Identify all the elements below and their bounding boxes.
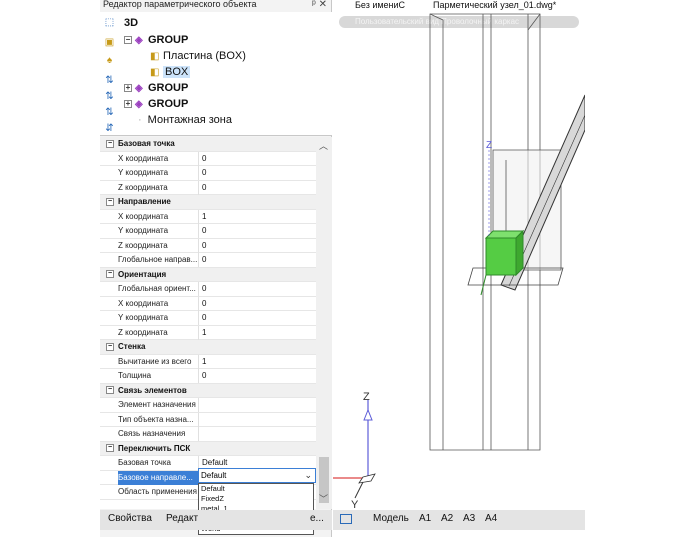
property-grid: − Базовая точка X координата 0 Y координат… — [100, 137, 316, 509]
prop-orient-x[interactable]: X координата 0 — [100, 296, 316, 311]
category-orientation[interactable]: − Ориентация — [100, 267, 316, 282]
object-tree: ⬚ ▣ ♠ ⇅ ⇅ ⇅ ⇵ 3D − ◈ GROUP ◧ Пластина (BOX)… — [100, 12, 332, 136]
group-icon: ◈ — [135, 83, 143, 94]
binoculars-icon[interactable]: ♠ — [103, 54, 116, 67]
tree-node-3d[interactable]: 3D — [124, 15, 138, 31]
tab-a1[interactable]: A1 — [419, 513, 431, 524]
collapse-icon[interactable]: − — [124, 36, 132, 45]
tree-node-group-2[interactable]: + ◈ GROUP — [124, 80, 188, 96]
prop-orient-y[interactable]: Y координата 0 — [100, 311, 316, 326]
collapse-icon[interactable]: − — [106, 386, 114, 395]
prop-link-type[interactable]: Тип объекта назна... — [100, 412, 316, 427]
category-wall[interactable]: − Стенка — [100, 340, 316, 355]
select-icon[interactable]: ⬚ — [103, 16, 116, 29]
prop-dir-z[interactable]: Z координата 0 — [100, 238, 316, 253]
prop-link-element[interactable]: Элемент назначения — [100, 398, 316, 413]
tree-toolbar: ⬚ ▣ ♠ ⇅ ⇅ ⇅ ⇵ — [100, 12, 120, 136]
chevron-down-icon[interactable]: ⌄ — [304, 469, 312, 482]
panel-bottom-tabs: Свойства Редакт е... — [100, 510, 332, 530]
parametric-object-editor-panel: Редактор параметрического объекта ᵖ ✕ ⬚ … — [100, 0, 332, 537]
app-window: Редактор параметрического объекта ᵖ ✕ ⬚ … — [0, 0, 688, 537]
chevron-up-icon[interactable]: ︿ — [319, 139, 328, 152]
tree-node-plate[interactable]: ◧ Пластина (BOX) — [150, 48, 246, 64]
category-switch-ucs[interactable]: − Переключить ПСК — [100, 441, 316, 456]
panel-controls: ᵖ ✕ — [312, 0, 327, 10]
group-icon: ◈ — [135, 35, 143, 46]
collapse-icon[interactable]: − — [106, 139, 114, 148]
drawing-canvas[interactable]: Без имениС Парметический узел_01.dwg* По… — [333, 0, 585, 537]
category-base-point[interactable]: − Базовая точка — [100, 137, 316, 152]
collapse-icon[interactable]: − — [106, 197, 114, 206]
status-strip — [333, 530, 585, 537]
sort-icon[interactable]: ⇅ — [103, 106, 116, 119]
prop-link-assign[interactable]: Связь назначения — [100, 427, 316, 442]
folder-icon[interactable]: ▣ — [103, 36, 116, 49]
property-grid-scrollbar[interactable]: ︿ ﹀ — [316, 137, 332, 509]
tab-a2[interactable]: A2 — [441, 513, 453, 524]
sort-up-icon[interactable]: ⇅ — [103, 74, 116, 87]
tab-editor[interactable]: Редакт — [166, 513, 198, 524]
tree-node-box[interactable]: ◧ BOX — [150, 64, 191, 80]
expand-icon[interactable]: + — [124, 84, 132, 93]
sort-down-icon[interactable]: ⇅ — [103, 90, 116, 103]
close-icon[interactable]: ✕ — [319, 0, 327, 10]
prop-base-z[interactable]: Z координата 0 — [100, 180, 316, 195]
prop-base-y[interactable]: Y координата 0 — [100, 166, 316, 181]
chevron-down-icon[interactable]: ﹀ — [319, 492, 328, 505]
box-icon: ◧ — [150, 51, 160, 62]
tree-node-group-3[interactable]: + ◈ GROUP — [124, 96, 188, 112]
group-icon: ◈ — [135, 99, 143, 110]
category-element-link[interactable]: − Связь элементов — [100, 383, 316, 398]
panel-title-bar: Редактор параметрического объекта ᵖ ✕ — [100, 0, 331, 12]
collapse-icon[interactable]: − — [106, 270, 114, 279]
collapse-icon[interactable]: − — [106, 342, 114, 351]
sort-az-icon[interactable]: ⇵ — [103, 122, 116, 135]
tree-node-group-1[interactable]: − ◈ GROUP — [124, 32, 188, 48]
option-default[interactable]: Default — [199, 484, 313, 494]
ucs-icon — [333, 400, 376, 499]
pin-icon[interactable]: ᵖ — [312, 0, 316, 10]
prop-wall-thickness[interactable]: Толщина 0 — [100, 369, 316, 384]
prop-dir-x[interactable]: X координата 1 — [100, 209, 316, 224]
tab-a4[interactable]: A4 — [485, 513, 497, 524]
prop-base-x[interactable]: X координата 0 — [100, 151, 316, 166]
tab-model[interactable]: Модель — [373, 513, 409, 524]
tab-properties[interactable]: Свойства — [108, 513, 152, 524]
category-direction[interactable]: − Направление — [100, 195, 316, 210]
tab-overflow[interactable]: е... — [310, 513, 324, 524]
prop-dir-global[interactable]: Глобальное направ... 0 — [100, 253, 316, 268]
expand-icon[interactable]: + — [124, 100, 132, 109]
prop-wall-subtract[interactable]: Вычитание из всего 1 — [100, 354, 316, 369]
box-icon: ◧ — [150, 67, 160, 78]
axis-z-label: Z — [363, 391, 370, 403]
prop-orient-global[interactable]: Глобальная ориент... 0 — [100, 282, 316, 297]
dot-icon: · — [138, 114, 142, 126]
prop-orient-z[interactable]: Z координата 1 — [100, 325, 316, 340]
axis-z-marker-top: Z — [486, 140, 492, 151]
3d-model-view: Z Z Y — [333, 13, 585, 510]
collapse-icon[interactable]: − — [106, 444, 114, 453]
layout-tabs: Модель A1 A2 A3 A4 — [333, 510, 585, 530]
panel-title: Редактор параметрического объекта — [103, 0, 257, 9]
tab-a3[interactable]: A3 — [463, 513, 475, 524]
layout-menu-icon[interactable] — [340, 514, 352, 524]
tree-node-zone[interactable]: · Монтажная зона — [138, 112, 232, 128]
prop-dir-y[interactable]: Y координата 0 — [100, 224, 316, 239]
option-fixedz[interactable]: FixedZ — [199, 494, 313, 504]
axis-y-label: Y — [351, 499, 359, 510]
base-direction-select[interactable]: Default ⌄ — [198, 468, 316, 483]
green-box — [484, 229, 525, 277]
